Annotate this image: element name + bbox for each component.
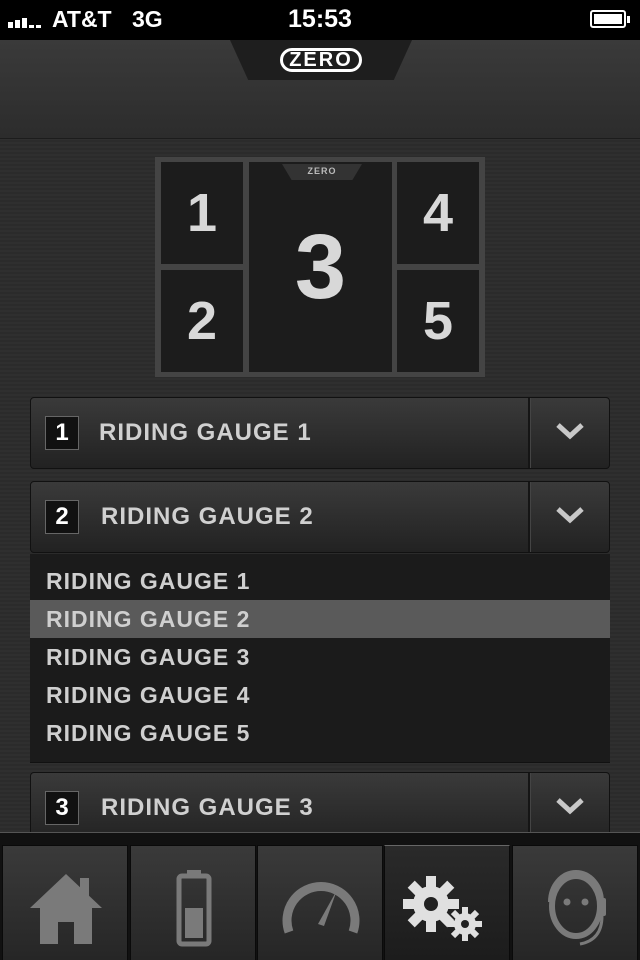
divider bbox=[528, 482, 531, 552]
home-icon bbox=[30, 874, 102, 944]
layout-slot-2[interactable]: 2 bbox=[161, 270, 243, 372]
battery-icon bbox=[176, 870, 212, 947]
gauge-selector-2[interactable]: 2 RIDING GAUGE 2 bbox=[30, 481, 610, 553]
dropdown-option[interactable]: RIDING GAUGE 4 bbox=[30, 676, 610, 714]
clock: 15:53 bbox=[288, 5, 352, 33]
screen: AT&T 3G 15:53 ZERO 1 2 ZERO 3 4 5 1 RIDI… bbox=[0, 0, 640, 960]
brand-logo-text: ZERO bbox=[280, 48, 362, 72]
dropdown-option[interactable]: RIDING GAUGE 5 bbox=[30, 714, 610, 752]
chevron-down-icon[interactable] bbox=[555, 506, 585, 524]
support-headset-icon bbox=[548, 870, 606, 946]
speedometer-icon bbox=[282, 882, 360, 934]
tab-bar bbox=[0, 832, 640, 960]
gauge-selector-label: RIDING GAUGE 2 bbox=[101, 503, 314, 530]
tab-settings[interactable] bbox=[384, 845, 510, 960]
gauge-selector-label: RIDING GAUGE 1 bbox=[99, 419, 312, 446]
divider bbox=[528, 398, 531, 468]
tab-home[interactable] bbox=[2, 845, 128, 960]
mini-brand-logo: ZERO bbox=[282, 164, 362, 180]
app-header: ZERO bbox=[0, 40, 640, 139]
tab-battery[interactable] bbox=[130, 845, 256, 960]
slot-number-badge: 2 bbox=[45, 500, 79, 534]
dropdown-option[interactable]: RIDING GAUGE 1 bbox=[30, 562, 610, 600]
tab-support[interactable] bbox=[512, 845, 638, 960]
layout-slot-4[interactable]: 4 bbox=[397, 162, 479, 264]
dropdown-option-selected[interactable]: RIDING GAUGE 2 bbox=[30, 600, 610, 638]
status-bar: AT&T 3G 15:53 bbox=[0, 0, 640, 40]
layout-slot-3[interactable]: ZERO 3 bbox=[249, 162, 392, 372]
dash-layout-preview: 1 2 ZERO 3 4 5 bbox=[155, 157, 485, 377]
gauge-dropdown-list: RIDING GAUGE 1 RIDING GAUGE 2 RIDING GAU… bbox=[30, 554, 610, 763]
layout-slot-1[interactable]: 1 bbox=[161, 162, 243, 264]
chevron-down-icon[interactable] bbox=[555, 422, 585, 440]
gauge-selector-1[interactable]: 1 RIDING GAUGE 1 bbox=[30, 397, 610, 469]
slot-number-badge: 1 bbox=[45, 416, 79, 450]
slot-number-badge: 3 bbox=[45, 791, 79, 825]
layout-slot-3-number: 3 bbox=[294, 215, 347, 318]
tab-dashboard[interactable] bbox=[257, 845, 383, 960]
brand-logo: ZERO bbox=[230, 40, 412, 80]
battery-status-icon bbox=[590, 10, 630, 28]
chevron-down-icon[interactable] bbox=[555, 797, 585, 815]
settings-gears-icon bbox=[403, 876, 482, 941]
gauge-selector-label: RIDING GAUGE 3 bbox=[101, 794, 314, 821]
dropdown-option[interactable]: RIDING GAUGE 3 bbox=[30, 638, 610, 676]
layout-slot-5[interactable]: 5 bbox=[397, 270, 479, 372]
